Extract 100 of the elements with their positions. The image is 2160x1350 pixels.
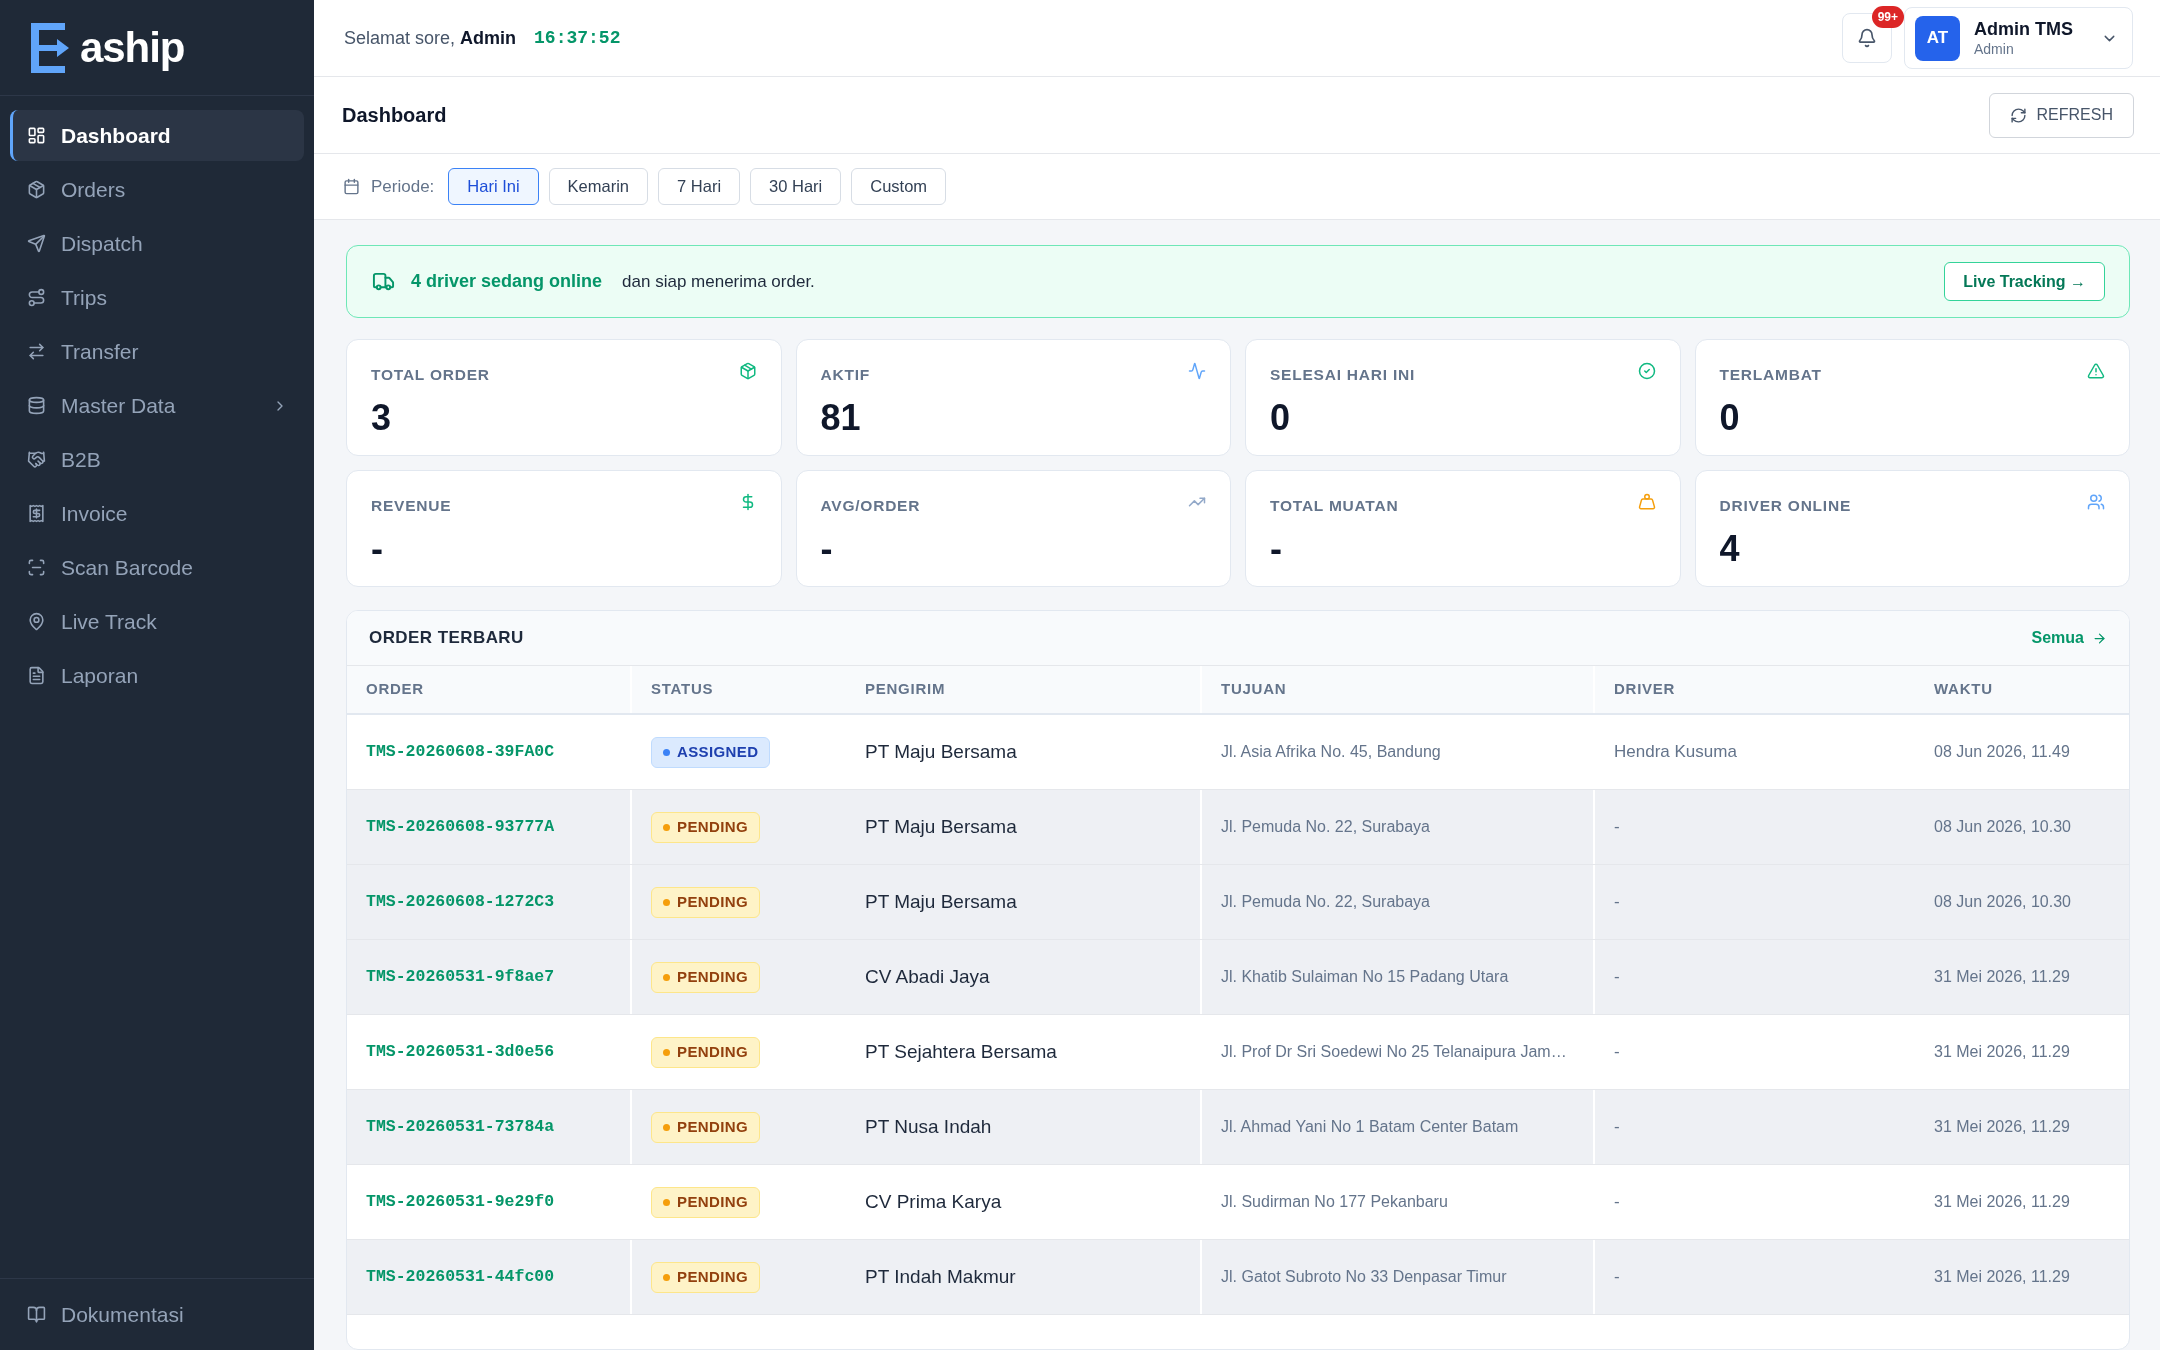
destination-text: Jl. Pemuda No. 22, Surabaya (1221, 892, 1430, 912)
sender-text: PT Maju Bersama (865, 889, 1017, 914)
truck-icon (372, 270, 395, 293)
table-row[interactable]: TMS-20260608-1272C3 PENDING PT Maju Bersama Jl. Pemuda No. 22, Surabaya - 08 Jun 2026, 10.30 (347, 865, 2129, 940)
swap-arrows-icon (27, 342, 46, 361)
column-header: WAKTU (1934, 679, 1993, 700)
time-text: 31 Mei 2026, 11.29 (1934, 967, 2070, 987)
driver-text: - (1614, 1191, 1620, 1214)
driver-text: - (1614, 891, 1620, 914)
driver-text: - (1614, 966, 1620, 989)
handshake-icon (27, 450, 46, 469)
column-header: ORDER (366, 679, 424, 700)
dashboard-grid-icon (27, 126, 46, 145)
sidebar-item[interactable]: B2B (10, 434, 304, 485)
sidebar-item[interactable]: Scan Barcode (10, 542, 304, 593)
status-text: PENDING (677, 1191, 748, 1212)
status-text: PENDING (677, 816, 748, 837)
refresh-button[interactable]: REFRESH (1988, 92, 2134, 138)
sidebar-item[interactable]: Dispatch (10, 218, 304, 269)
destination-text: Jl. Pemuda No. 22, Surabaya (1221, 817, 1430, 837)
route-icon (27, 288, 46, 307)
table-row[interactable]: TMS-20260531-44fc00 PENDING PT Indah Makmur Jl. Gatot Subroto No 33 Denpasar Timur - 31 Mei 2026, 11.29 (347, 1240, 2129, 1315)
status-text: PENDING (677, 1266, 748, 1287)
period-option[interactable]: 7 Hari (658, 168, 741, 205)
driver-text: Hendra Kusuma (1614, 741, 1737, 764)
period-label: Periode: (371, 175, 435, 198)
box-icon (738, 362, 757, 380)
sidebar-item[interactable]: Master Data (10, 380, 304, 431)
time-text: 31 Mei 2026, 11.29 (1934, 1267, 2070, 1287)
destination-text: Jl. Asia Afrika No. 45, Bandung (1221, 742, 1441, 762)
stat-label: REVENUE (371, 496, 452, 516)
time-text: 31 Mei 2026, 11.29 (1934, 1192, 2070, 1212)
driver-text: - (1614, 816, 1620, 839)
order-id-link[interactable]: TMS-20260531-9f8ae7 (366, 964, 555, 990)
sender-text: CV Abadi Jaya (865, 964, 990, 989)
clock-text: 16:37:52 (534, 26, 621, 50)
period-option[interactable]: Custom (851, 168, 947, 205)
stat-label: TERLAMBAT (1719, 365, 1822, 385)
paper-plane-icon (27, 234, 46, 253)
stat-label: TOTAL MUATAN (1270, 496, 1399, 516)
destination-text: Jl. Sudirman No 177 Pekanbaru (1221, 1192, 1448, 1212)
table-row[interactable]: TMS-20260608-93777A PENDING PT Maju Bersama Jl. Pemuda No. 22, Surabaya - 08 Jun 2026, 10.30 (347, 790, 2129, 865)
sender-text: PT Indah Makmur (865, 1264, 1016, 1289)
status-text: PENDING (677, 1041, 748, 1062)
status-text: ASSIGNED (677, 741, 759, 762)
page-title: Dashboard (342, 103, 447, 128)
sidebar-item[interactable]: Dashboard (10, 110, 304, 161)
receipt-icon (27, 504, 46, 523)
book-icon (27, 1305, 46, 1324)
period-option[interactable]: 30 Hari (750, 168, 842, 205)
driver-text: - (1614, 1116, 1620, 1139)
view-all-link[interactable]: Semua (2031, 626, 2107, 650)
user-menu-button[interactable]: AT Admin TMS Admin (1904, 7, 2133, 69)
section-title: ORDER TERBARU (369, 627, 524, 650)
table-row[interactable]: TMS-20260531-73784a PENDING PT Nusa Indah Jl. Ahmad Yani No 1 Batam Center Batam - 31 Mei 2026, 11.29 (347, 1090, 2129, 1165)
user-avatar: AT (1915, 15, 1960, 61)
table-row[interactable]: TMS-20260531-9f8ae7 PENDING CV Abadi Jaya Jl. Khatib Sulaiman No 15 Padang Utara - 31 Mei 2026, 11.29 (347, 940, 2129, 1015)
live-tracking-button[interactable]: Live Tracking → (1944, 262, 2105, 301)
time-text: 08 Jun 2026, 10.30 (1934, 892, 2071, 912)
weight-icon (1637, 493, 1656, 511)
stat-label: TOTAL ORDER (371, 365, 490, 385)
box-icon (27, 180, 46, 199)
warning-triangle-icon (2087, 362, 2105, 380)
sender-text: CV Prima Karya (865, 1189, 1002, 1214)
time-text: 08 Jun 2026, 11.49 (1934, 742, 2070, 762)
order-id-link[interactable]: TMS-20260531-9e29f0 (366, 1189, 555, 1215)
stat-value: - (820, 531, 833, 568)
stat-value: 81 (820, 400, 861, 437)
time-text: 31 Mei 2026, 11.29 (1934, 1117, 2070, 1137)
order-id-link[interactable]: TMS-20260531-44fc00 (366, 1264, 555, 1290)
order-id-link[interactable]: TMS-20260608-93777A (366, 814, 555, 840)
status-text: PENDING (677, 966, 748, 987)
stat-value: - (371, 531, 383, 568)
documentation-link[interactable]: Dokumentasi (10, 1298, 184, 1331)
destination-text: Jl. Gatot Subroto No 33 Denpasar Timur (1221, 1267, 1507, 1287)
sidebar-item[interactable]: Live Track (10, 596, 304, 647)
order-id-link[interactable]: TMS-20260608-39FA0C (366, 739, 555, 765)
period-option[interactable]: Kemarin (548, 168, 649, 205)
sidebar-item[interactable]: Trips (10, 272, 304, 323)
pulse-line-icon (1188, 362, 1206, 380)
logo-mark-icon (31, 22, 69, 73)
sidebar-item[interactable]: Transfer (10, 326, 304, 377)
order-id-link[interactable]: TMS-20260608-1272C3 (366, 889, 555, 915)
sidebar-item[interactable]: Laporan (10, 650, 304, 701)
period-option[interactable]: Hari Ini (448, 168, 539, 205)
destination-text: Jl. Prof Dr Sri Soedewi No 25 Telanaipura Jam… (1221, 1042, 1567, 1062)
database-icon (27, 396, 46, 415)
order-id-link[interactable]: TMS-20260531-73784a (366, 1114, 555, 1140)
driver-text: - (1614, 1041, 1620, 1064)
banner-message: dan siap menerima order. (622, 270, 815, 293)
order-id-link[interactable]: TMS-20260531-3d0e56 (366, 1039, 555, 1065)
column-header: STATUS (651, 679, 714, 700)
time-text: 08 Jun 2026, 10.30 (1934, 817, 2071, 837)
user-name: Admin TMS (1974, 18, 2073, 41)
logo-text: aship (80, 26, 185, 69)
calendar-icon (343, 178, 360, 195)
destination-text: Jl. Khatib Sulaiman No 15 Padang Utara (1221, 967, 1509, 987)
stat-label: DRIVER ONLINE (1719, 496, 1851, 516)
sidebar-item[interactable]: Invoice (10, 488, 304, 539)
sidebar-item[interactable]: Orders (10, 164, 304, 215)
